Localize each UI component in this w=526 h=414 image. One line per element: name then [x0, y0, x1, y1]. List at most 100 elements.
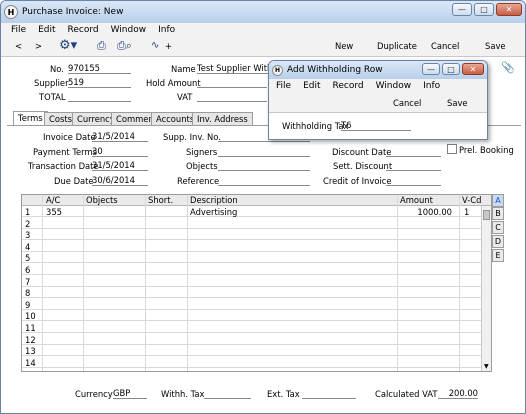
- row-number: 6: [25, 265, 31, 275]
- dialog-menu-info[interactable]: Info: [417, 81, 446, 91]
- signers-field[interactable]: [218, 146, 310, 157]
- hold-amount-label: Hold Amount: [146, 78, 201, 88]
- forward-button[interactable]: >: [35, 41, 42, 51]
- scroll-thumb[interactable]: [483, 210, 490, 220]
- table-row[interactable]: 1 355 Advertising 1000.00 1: [22, 206, 481, 217]
- cancel-button[interactable]: Cancel: [431, 41, 459, 51]
- sett-discount-label: Sett. Discount: [333, 161, 393, 171]
- minimize-button[interactable]: —: [452, 3, 472, 16]
- total-label: TOTAL: [39, 92, 66, 102]
- dialog-menu-file[interactable]: File: [269, 81, 297, 91]
- table-row[interactable]: 5: [22, 252, 481, 264]
- table-row[interactable]: 3: [22, 229, 481, 241]
- table-row[interactable]: 6: [22, 264, 481, 275]
- window-title: Purchase Invoice: New: [22, 7, 124, 17]
- side-tab-c[interactable]: C: [492, 221, 504, 234]
- objects-label: Objects: [186, 161, 218, 171]
- discount-date-label: Discount Date: [332, 147, 392, 157]
- withholding-tax-field[interactable]: T6: [341, 120, 411, 131]
- reference-field[interactable]: [218, 175, 310, 186]
- hold-amount-field[interactable]: [197, 77, 267, 88]
- dialog-minimize-button[interactable]: —: [422, 63, 440, 75]
- supplier-field[interactable]: 519: [68, 77, 131, 88]
- discount-date-field[interactable]: [386, 146, 441, 157]
- cell-ac[interactable]: 355: [46, 207, 62, 217]
- create-icon[interactable]: ∿: [151, 40, 159, 51]
- dialog-maximize-button[interactable]: □: [442, 63, 460, 75]
- prel-booking-checkbox[interactable]: [447, 144, 457, 154]
- menu-window[interactable]: Window: [105, 25, 153, 35]
- prel-booking-label: Prel. Booking: [459, 145, 514, 155]
- cell-vcd[interactable]: 1: [464, 207, 469, 217]
- due-date-field[interactable]: 30/6/2014: [92, 175, 148, 186]
- tab-inv-address[interactable]: Inv. Address: [192, 112, 253, 125]
- print-icon[interactable]: ⎙: [97, 39, 106, 53]
- withh-tax-label: Withh. Tax: [161, 389, 205, 399]
- dialog-titlebar[interactable]: H Add Withholding Row — □ ✕: [269, 61, 487, 79]
- table-row[interactable]: 10: [22, 310, 481, 322]
- objects-field[interactable]: [218, 160, 310, 171]
- dialog-save-button[interactable]: Save: [447, 98, 468, 108]
- table-row[interactable]: 14: [22, 357, 481, 368]
- main-menubar: File Edit Record Window Info: [1, 23, 525, 37]
- cell-amount[interactable]: 1000.00: [417, 207, 452, 217]
- transaction-date-field[interactable]: 31/5/2014: [92, 160, 148, 171]
- side-tab-e[interactable]: E: [492, 249, 504, 262]
- invoice-rows-grid[interactable]: A/C Objects Short. Description Amount V-…: [21, 194, 492, 372]
- no-field[interactable]: 970155: [68, 63, 131, 74]
- invoice-date-field[interactable]: 31/5/2014: [92, 131, 148, 142]
- dialog-close-button[interactable]: ✕: [462, 63, 484, 75]
- table-row[interactable]: 12: [22, 334, 481, 345]
- dialog-cancel-button[interactable]: Cancel: [393, 98, 421, 108]
- cell-description[interactable]: Advertising: [190, 207, 237, 217]
- main-titlebar[interactable]: H Purchase Invoice: New — □ ✕: [1, 1, 525, 23]
- payment-terms-field[interactable]: 30: [92, 146, 148, 157]
- menu-file[interactable]: File: [1, 25, 32, 35]
- row-number: 12: [25, 334, 36, 345]
- dialog-menu-window[interactable]: Window: [370, 81, 418, 91]
- col-ac: A/C: [46, 195, 61, 205]
- name-label: Name: [171, 64, 196, 74]
- dialog-menu-edit[interactable]: Edit: [297, 81, 326, 91]
- menu-record[interactable]: Record: [62, 25, 105, 35]
- credit-of-invoice-field[interactable]: [386, 175, 441, 186]
- supplier-label: Supplier: [34, 78, 69, 88]
- minimize-icon: —: [427, 64, 435, 74]
- save-button[interactable]: Save: [485, 41, 506, 51]
- dialog-menubar: File Edit Record Window Info: [269, 79, 487, 93]
- duplicate-button[interactable]: Duplicate: [377, 41, 417, 51]
- table-row[interactable]: 4: [22, 241, 481, 252]
- table-row[interactable]: 7: [22, 276, 481, 287]
- back-button[interactable]: <: [15, 41, 22, 51]
- table-row[interactable]: 13: [22, 345, 481, 357]
- table-row[interactable]: 11: [22, 322, 481, 333]
- table-row[interactable]: 9: [22, 299, 481, 310]
- grid-scrollbar[interactable]: ▼: [481, 206, 491, 371]
- table-row[interactable]: 8: [22, 287, 481, 299]
- side-tab-d[interactable]: D: [492, 235, 504, 248]
- row-number: 2: [25, 218, 31, 229]
- menu-edit[interactable]: Edit: [32, 25, 61, 35]
- attachment-icon[interactable]: 📎: [501, 61, 515, 74]
- sett-discount-field[interactable]: [386, 160, 441, 171]
- calculated-vat-field: 200.00: [438, 388, 478, 399]
- new-button[interactable]: New: [335, 41, 353, 51]
- col-objects: Objects: [86, 195, 118, 205]
- col-short: Short.: [148, 195, 174, 205]
- name-field[interactable]: Test Supplier With. Ta: [197, 63, 271, 74]
- maximize-button[interactable]: □: [474, 3, 494, 16]
- side-tab-a[interactable]: A: [492, 194, 504, 207]
- col-divider: [42, 195, 43, 371]
- tab-terms[interactable]: Terms: [13, 111, 48, 126]
- due-date-label: Due Date: [54, 176, 94, 186]
- menu-info[interactable]: Info: [152, 25, 181, 35]
- print-preview-icon[interactable]: ⎙⌕: [117, 39, 132, 53]
- close-button[interactable]: ✕: [496, 3, 522, 16]
- scroll-down-icon[interactable]: ▼: [484, 363, 489, 370]
- gear-icon[interactable]: ⚙▾: [59, 38, 77, 53]
- table-row[interactable]: 2: [22, 218, 481, 229]
- close-icon: ✕: [505, 5, 513, 14]
- currency-field[interactable]: GBP: [113, 388, 147, 399]
- side-tab-b[interactable]: B: [492, 207, 504, 220]
- dialog-menu-record[interactable]: Record: [327, 81, 370, 91]
